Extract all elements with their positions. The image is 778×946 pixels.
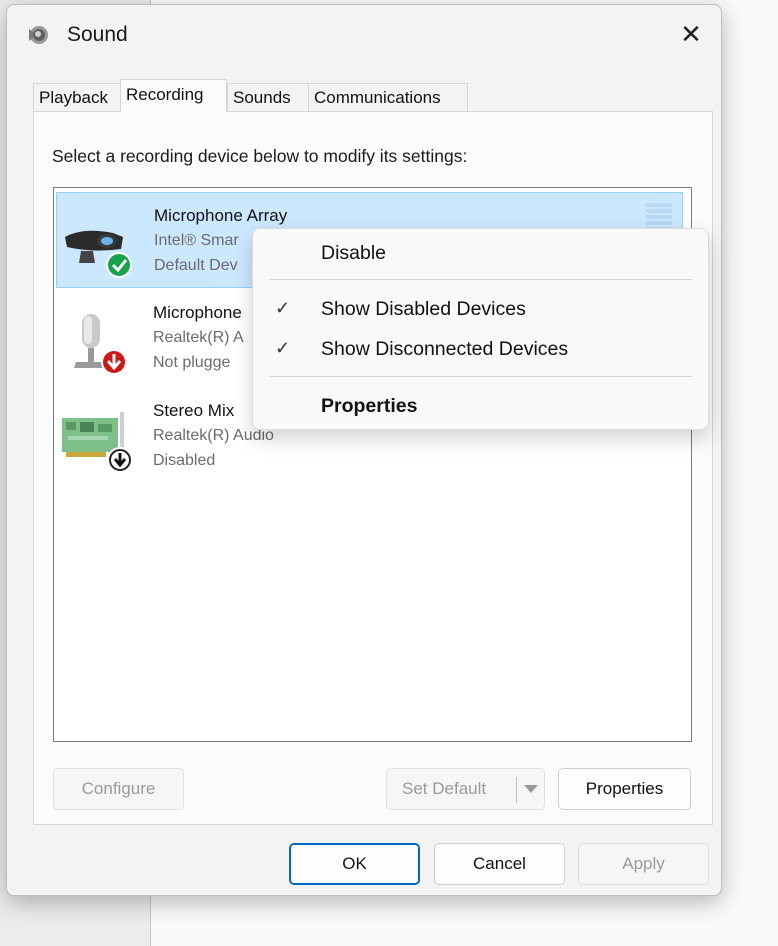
device-description: Intel® Smar [154,232,239,249]
microphone-icon [74,314,127,375]
webcam-microphone-icon [65,230,132,278]
properties-button[interactable]: Properties [558,768,691,810]
menu-item-label: Show Disconnected Devices [321,338,569,360]
default-check-badge-icon [108,254,130,276]
menu-item-label: Properties [321,395,418,417]
window-title: Sound [67,23,128,46]
menu-item-properties[interactable]: Properties [253,388,708,426]
menu-separator [269,279,692,280]
ok-button[interactable]: OK [289,843,420,885]
tab-recording[interactable]: Recording [120,79,227,112]
device-name: Microphone Array [154,206,288,225]
device-status: Not plugge [153,354,231,371]
close-icon: ✕ [680,18,702,49]
menu-item-label: Disable [321,242,387,264]
close-button[interactable]: ✕ [661,5,721,63]
context-menu: Disable ✓ Show Disabled Devices ✓ Show D… [252,228,709,430]
tab-communications[interactable]: Communications [308,83,468,111]
menu-item-show-disconnected-devices[interactable]: ✓ Show Disconnected Devices [253,331,708,369]
configure-button[interactable]: Configure [53,768,184,810]
menu-separator [269,376,692,377]
menu-item-disable[interactable]: Disable [253,235,708,273]
device-status: Disabled [153,452,216,469]
device-description: Realtek(R) A [153,329,244,346]
title-bar[interactable]: Sound ✕ [7,5,721,63]
chevron-down-icon[interactable] [524,785,538,793]
instruction-text: Select a recording device below to modif… [52,146,468,166]
apply-button[interactable]: Apply [578,843,709,885]
device-name: Microphone [153,303,242,322]
device-description: Realtek(R) Audio [153,427,274,444]
device-status: Default Dev [154,257,238,274]
set-default-split-button[interactable]: Set Default [386,768,545,810]
device-name: Stereo Mix [153,401,235,420]
sound-dialog: Sound ✕ Playback Recording Sounds Commun… [6,4,722,896]
menu-item-show-disabled-devices[interactable]: ✓ Show Disabled Devices [253,291,708,329]
menu-item-label: Show Disabled Devices [321,298,526,320]
cancel-button[interactable]: Cancel [434,843,565,885]
sound-card-icon [62,412,133,473]
speaker-icon [29,26,48,44]
tab-sounds[interactable]: Sounds [227,83,309,111]
set-default-label: Set Default [402,779,487,798]
tab-playback[interactable]: Playback [33,83,121,111]
checkmark-icon: ✓ [275,338,291,358]
recording-panel: Select a recording device below to modif… [33,111,713,825]
checkmark-icon: ✓ [275,298,291,318]
split-divider [516,777,517,803]
